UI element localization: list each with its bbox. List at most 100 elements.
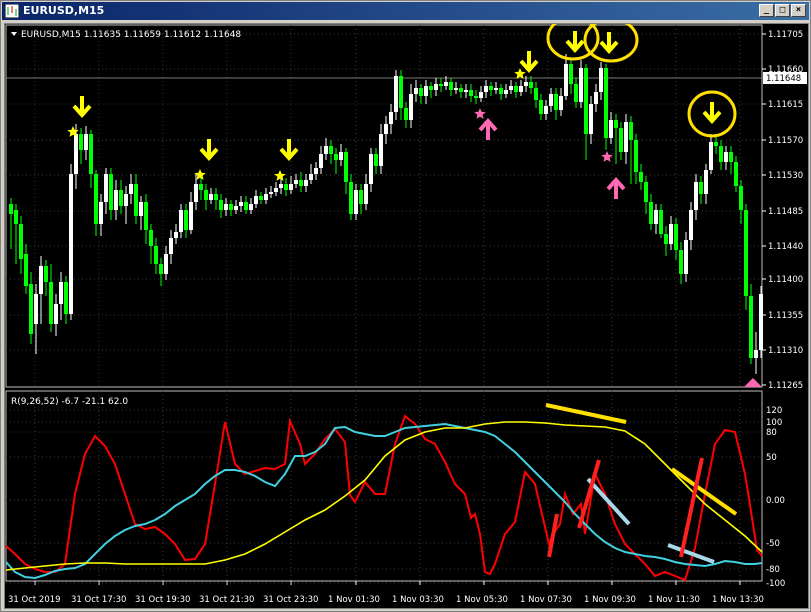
candle: [344, 148, 348, 194]
candle: [329, 140, 333, 164]
candle-body: [224, 204, 228, 210]
time-tick-label: 1 Nov 03:30: [392, 595, 444, 605]
candle-body: [489, 86, 493, 90]
candle-body: [679, 250, 683, 274]
candle: [524, 76, 528, 92]
candle: [699, 176, 703, 204]
candle-body: [519, 86, 523, 92]
chart-menu-triangle-icon[interactable]: [11, 32, 17, 36]
candle-body: [129, 184, 133, 194]
price-tick-label: 1.11570: [768, 136, 803, 146]
candle-body: [564, 64, 568, 96]
candle-body: [459, 88, 463, 92]
candle-body: [259, 196, 263, 200]
candle: [9, 198, 13, 249]
restore-button[interactable]: □: [775, 4, 790, 17]
candle: [664, 226, 668, 256]
price-tick-label: 1.11485: [768, 207, 803, 217]
candle: [414, 80, 418, 102]
candle: [64, 276, 68, 324]
candle: [694, 174, 698, 220]
candle-body: [479, 92, 483, 98]
candle: [749, 284, 753, 364]
candle-body: [589, 104, 593, 134]
candle: [84, 126, 88, 160]
time-tick-label: 1 Nov 11:30: [648, 595, 700, 605]
sell-arrow-icon: [565, 31, 585, 54]
candle: [624, 114, 628, 164]
candle-body: [239, 202, 243, 206]
candle-body: [79, 134, 83, 150]
candle-body: [214, 194, 218, 200]
price-tick-label: 1.11615: [768, 100, 803, 110]
terminal-chart-window: EURUSD,M15 _ □ × EURUSD,M15 1.11635 1.11…: [0, 0, 811, 612]
candle: [544, 100, 548, 120]
candle: [354, 184, 358, 220]
candle: [29, 272, 33, 344]
candle-body: [629, 122, 633, 140]
candle-body: [664, 234, 668, 244]
candle: [434, 78, 438, 96]
price-tick: 1.11705: [762, 30, 803, 40]
sell-arrow-icon: [702, 102, 722, 125]
candle: [714, 136, 718, 154]
candle-body: [194, 184, 198, 202]
candle: [604, 64, 608, 150]
chart-canvas[interactable]: EURUSD,M15 1.11635 1.11659 1.11612 1.116…: [5, 15, 808, 608]
candle-body: [439, 84, 443, 86]
sell-arrow-icon: [199, 139, 219, 162]
price-tick-label: 1.11400: [768, 275, 803, 285]
candle-body: [619, 128, 623, 152]
candle-body: [284, 184, 288, 190]
indicator-tick-label: -80: [766, 565, 780, 575]
candle: [644, 176, 648, 214]
candle: [159, 258, 163, 286]
candle-body: [599, 68, 603, 92]
candle: [589, 96, 593, 144]
candle: [334, 148, 338, 174]
candle: [539, 94, 543, 120]
candle-body: [644, 182, 648, 202]
candle-body: [34, 294, 38, 324]
close-button[interactable]: ×: [791, 4, 806, 17]
candle-body: [614, 120, 618, 128]
candle-body: [689, 210, 693, 240]
candle-body: [104, 174, 108, 202]
minimize-button[interactable]: _: [759, 4, 774, 17]
candle: [519, 80, 523, 96]
candle-body: [119, 190, 123, 206]
candle-body: [349, 182, 353, 214]
candle: [254, 190, 258, 208]
candle: [594, 84, 598, 112]
candle: [489, 82, 493, 96]
candle: [139, 196, 143, 230]
candle: [479, 86, 483, 102]
candle-body: [714, 142, 718, 146]
candle: [179, 204, 183, 238]
price-axis[interactable]: 1.11705 1.11660 1.11615 1.11570 1.11530 …: [744, 30, 807, 391]
candle-body: [89, 134, 93, 174]
candle: [459, 84, 463, 98]
candle-body: [324, 146, 328, 154]
candle: [639, 164, 643, 190]
candle-body: [624, 122, 628, 152]
time-axis[interactable]: 31 Oct 2019 31 Oct 17:30 31 Oct 19:30 31…: [8, 595, 764, 605]
indicator-axis[interactable]: 120 100 80 50 0.00 -50 -80 -100: [766, 406, 785, 589]
candle-body: [149, 230, 153, 246]
title-bar[interactable]: EURUSD,M15 _ □ ×: [2, 2, 809, 20]
candle-body: [449, 82, 453, 90]
candle: [219, 194, 223, 218]
buy-arrow-icon: [606, 176, 626, 199]
candle-body: [174, 232, 178, 238]
time-tick-label: 31 Oct 21:30: [199, 595, 254, 605]
candle-body: [584, 68, 588, 134]
candle-body: [219, 200, 223, 210]
indicator-tick-label: 80: [766, 428, 777, 438]
candle: [474, 90, 478, 104]
candle-body: [179, 210, 183, 232]
candle: [134, 174, 138, 224]
candle: [399, 70, 403, 120]
chart-area[interactable]: EURUSD,M15 1.11635 1.11659 1.11612 1.116…: [4, 15, 809, 609]
candle-body: [454, 88, 458, 90]
time-tick-label: 1 Nov 05:30: [456, 595, 508, 605]
